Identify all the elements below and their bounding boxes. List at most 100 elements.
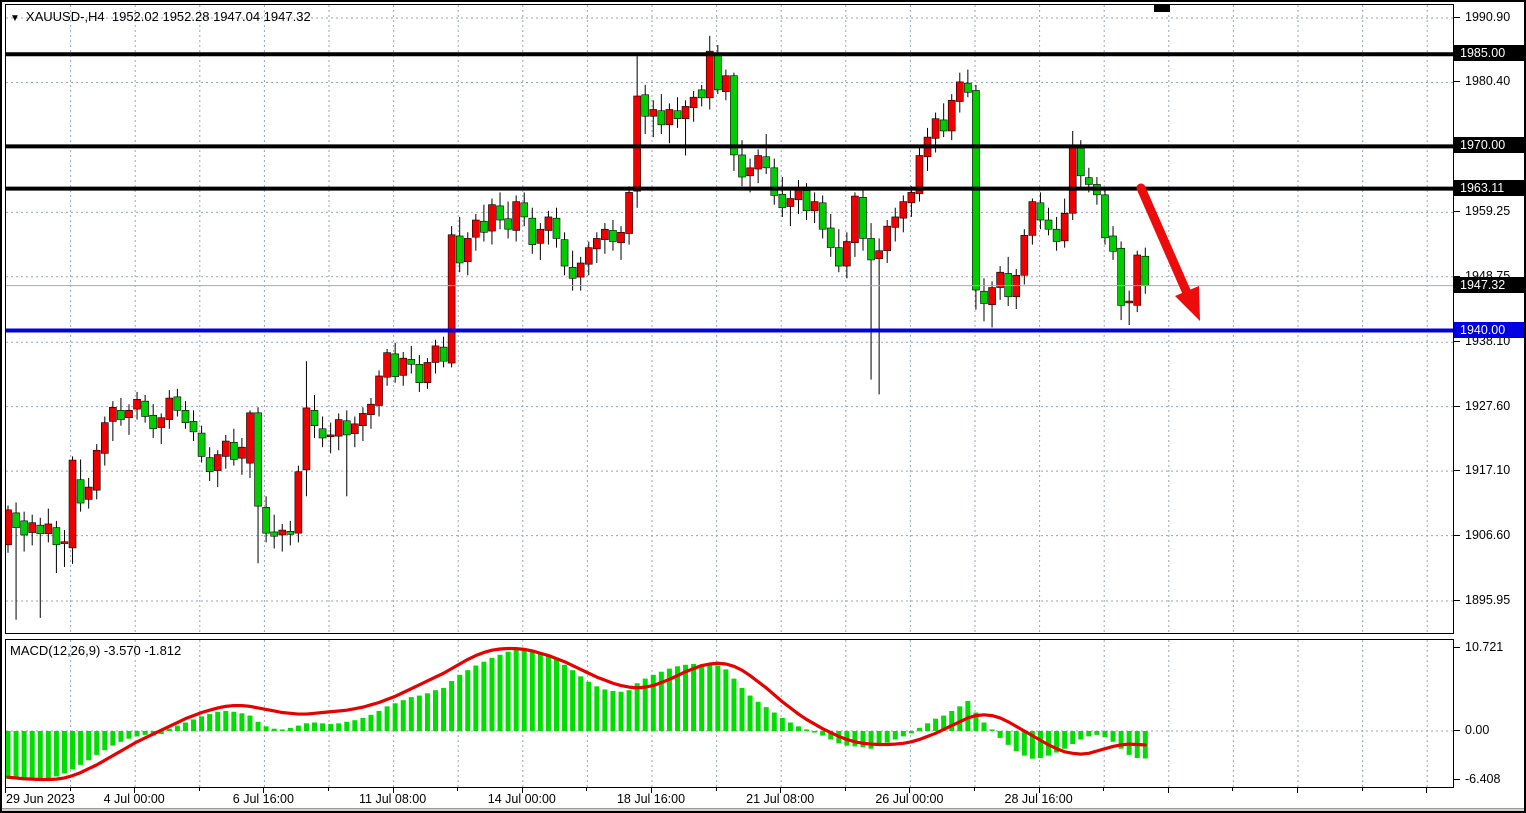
candle <box>77 480 84 503</box>
candle <box>1134 255 1141 305</box>
candle <box>561 240 568 266</box>
candle <box>182 410 189 422</box>
price-axis-tick <box>1454 17 1460 18</box>
time-axis-tick <box>716 788 717 791</box>
time-axis-tick <box>70 788 71 791</box>
candle <box>497 206 504 220</box>
time-axis-label: 26 Jul 00:00 <box>875 792 943 806</box>
macd-axis-label: 0.00 <box>1465 723 1489 737</box>
candle <box>876 251 883 259</box>
candle <box>819 203 826 229</box>
candle <box>658 111 665 125</box>
candle <box>408 359 415 364</box>
candle <box>214 455 221 471</box>
candle <box>13 513 20 528</box>
chart-shift-marker[interactable] <box>1154 4 1170 12</box>
candle <box>980 291 987 303</box>
candle <box>795 189 802 199</box>
candle <box>359 413 366 425</box>
chart-window: ▼XAUUSD-,H4 1952.02 1952.28 1947.04 1947… <box>0 0 1526 813</box>
candle <box>255 413 262 506</box>
candle <box>884 226 891 251</box>
candle <box>198 433 205 456</box>
candle <box>400 358 407 375</box>
time-axis-tick <box>1103 788 1104 791</box>
price-axis[interactable]: 1990.901980.401959.251948.751938.101927.… <box>1454 2 1526 808</box>
candle <box>1037 203 1044 220</box>
candle <box>190 421 197 431</box>
candle <box>1101 195 1108 238</box>
candle <box>779 194 786 208</box>
candle <box>376 376 383 405</box>
candle <box>989 288 996 305</box>
time-axis[interactable]: 29 Jun 20234 Jul 00:006 Jul 16:0011 Jul … <box>5 788 1454 808</box>
candle <box>747 168 754 176</box>
candle <box>424 362 431 382</box>
candle <box>311 410 318 425</box>
chart-title: ▼XAUUSD-,H4 1952.02 1952.28 1947.04 1947… <box>10 9 311 24</box>
price-axis-tick <box>1454 535 1460 536</box>
candle <box>134 399 141 409</box>
macd-axis-tick <box>1454 779 1460 780</box>
price-level-badge: 1963.11 <box>1454 180 1524 196</box>
candle <box>117 410 124 419</box>
candle <box>1142 256 1149 285</box>
candle <box>634 96 641 191</box>
candle <box>448 235 455 363</box>
candle <box>343 421 350 435</box>
candle <box>480 221 487 232</box>
candle <box>1045 220 1052 229</box>
candle <box>714 53 721 90</box>
candle <box>1061 213 1068 241</box>
candle <box>859 197 866 238</box>
candle <box>585 248 592 265</box>
candle <box>279 530 286 535</box>
candle <box>545 217 552 231</box>
candle <box>61 542 68 544</box>
macd-canvas[interactable] <box>6 640 1453 787</box>
time-axis-label: 28 Jul 16:00 <box>1005 792 1073 806</box>
time-axis-label: 18 Jul 16:00 <box>617 792 685 806</box>
candle <box>755 156 762 170</box>
candle <box>440 347 447 361</box>
price-axis-label: 1980.40 <box>1465 74 1510 88</box>
candle <box>682 106 689 118</box>
time-axis-tick <box>845 788 846 791</box>
candle <box>206 458 213 472</box>
macd-grid <box>6 640 1453 787</box>
price-axis-label: 1927.60 <box>1465 399 1510 413</box>
price-chart-canvas[interactable] <box>6 5 1453 633</box>
candle <box>948 100 955 131</box>
candle <box>892 217 899 227</box>
time-axis-tick <box>1426 788 1427 793</box>
candle <box>763 157 770 168</box>
price-axis-label: 1917.10 <box>1465 463 1510 477</box>
price-panel[interactable] <box>5 4 1454 634</box>
time-axis-label: 14 Jul 00:00 <box>488 792 556 806</box>
price-level-badge: 1940.00 <box>1454 322 1524 338</box>
price-axis-tick <box>1454 341 1460 342</box>
candle <box>472 220 479 237</box>
price-axis-label: 1990.90 <box>1465 10 1510 24</box>
time-axis-tick <box>328 788 329 791</box>
macd-axis-label: 10.721 <box>1465 640 1503 654</box>
candle <box>940 120 947 131</box>
macd-panel[interactable] <box>5 639 1454 788</box>
grid-lines <box>6 5 1453 633</box>
candle <box>1077 148 1084 176</box>
candle <box>601 229 608 239</box>
candle <box>513 202 520 231</box>
candle <box>238 447 245 458</box>
candle <box>150 415 157 429</box>
current-price-badge: 1947.32 <box>1454 277 1524 293</box>
price-axis-label: 1906.60 <box>1465 528 1510 542</box>
candle <box>843 241 850 266</box>
candle <box>303 408 310 470</box>
candle <box>271 532 278 536</box>
candle <box>93 450 100 490</box>
candle <box>690 97 697 107</box>
time-axis-tick <box>457 788 458 791</box>
candle <box>384 353 391 378</box>
candle <box>230 442 237 459</box>
trend-arrow[interactable] <box>1141 188 1200 321</box>
